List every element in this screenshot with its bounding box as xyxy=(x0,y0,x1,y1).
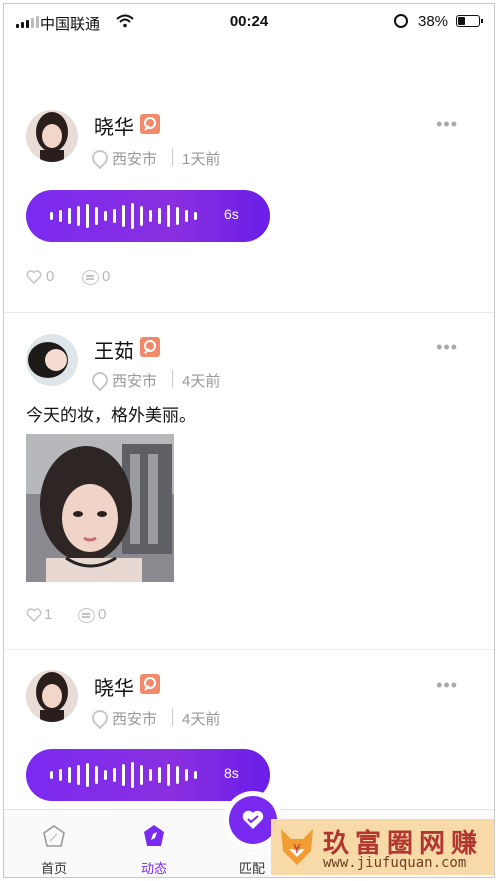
more-options-icon[interactable]: ••• xyxy=(436,114,458,135)
avatar[interactable] xyxy=(26,334,78,386)
like-count: 0 xyxy=(46,268,55,285)
more-options-icon[interactable]: ••• xyxy=(436,337,458,358)
location-text: 西安市 xyxy=(112,151,158,168)
tab-label: 动态 xyxy=(140,861,167,876)
location-pin-icon xyxy=(88,368,112,392)
user-name[interactable]: 晓华 xyxy=(94,111,134,140)
fox-logo-icon: ¥ xyxy=(281,829,313,865)
post-text: 今天的妆，格外美丽。 xyxy=(26,406,196,425)
avatar[interactable] xyxy=(26,110,78,162)
post-time: 4天前 xyxy=(182,711,221,728)
rotation-lock-icon xyxy=(394,14,408,28)
location-text: 西安市 xyxy=(112,373,158,390)
comment-count: 0 xyxy=(98,606,107,623)
voice-message-button[interactable]: 8s xyxy=(26,749,270,801)
verified-badge-icon xyxy=(140,337,160,357)
meta-divider xyxy=(172,708,173,726)
voice-duration: 8s xyxy=(224,765,239,781)
watermark-url: www.jiufuquan.com xyxy=(323,855,467,871)
voice-duration: 6s xyxy=(224,206,239,222)
verified-badge-icon xyxy=(140,114,160,134)
phone-screen: 中国联通 00:24 38% 晓华 西安市 1天前 ••• 6s 0 0 王茹 … xyxy=(3,3,495,878)
verified-badge-icon xyxy=(140,674,160,694)
status-bar: 中国联通 00:24 38% xyxy=(4,4,494,40)
post-divider xyxy=(4,649,494,650)
more-options-icon[interactable]: ••• xyxy=(436,675,458,696)
post-time: 1天前 xyxy=(182,151,221,168)
like-icon[interactable] xyxy=(26,608,42,622)
svg-text:¥: ¥ xyxy=(293,842,301,856)
meta-divider xyxy=(172,148,173,166)
post-photo[interactable] xyxy=(26,434,174,582)
location-pin-icon xyxy=(88,706,112,730)
location-pin-icon xyxy=(88,146,112,170)
avatar[interactable] xyxy=(26,670,78,722)
user-name[interactable]: 晓华 xyxy=(94,672,134,701)
battery-percent: 38% xyxy=(418,13,449,30)
comment-icon[interactable] xyxy=(82,270,99,285)
home-icon xyxy=(43,825,65,847)
voice-message-button[interactable]: 6s xyxy=(26,190,270,242)
location-text: 西安市 xyxy=(112,711,158,728)
compass-icon xyxy=(144,825,164,846)
tab-label: 首页 xyxy=(40,861,67,876)
user-name[interactable]: 王茹 xyxy=(94,335,134,364)
meta-divider xyxy=(172,370,173,388)
heart-match-icon xyxy=(242,810,264,829)
comment-count: 0 xyxy=(102,268,111,285)
post-divider xyxy=(4,312,494,313)
like-count: 1 xyxy=(44,606,53,623)
battery-icon xyxy=(456,15,483,27)
watermark: ¥ 玖富圈网赚 www.jiufuquan.com xyxy=(271,819,494,875)
comment-icon[interactable] xyxy=(78,608,95,623)
post-time: 4天前 xyxy=(182,373,221,390)
like-icon[interactable] xyxy=(26,270,42,284)
